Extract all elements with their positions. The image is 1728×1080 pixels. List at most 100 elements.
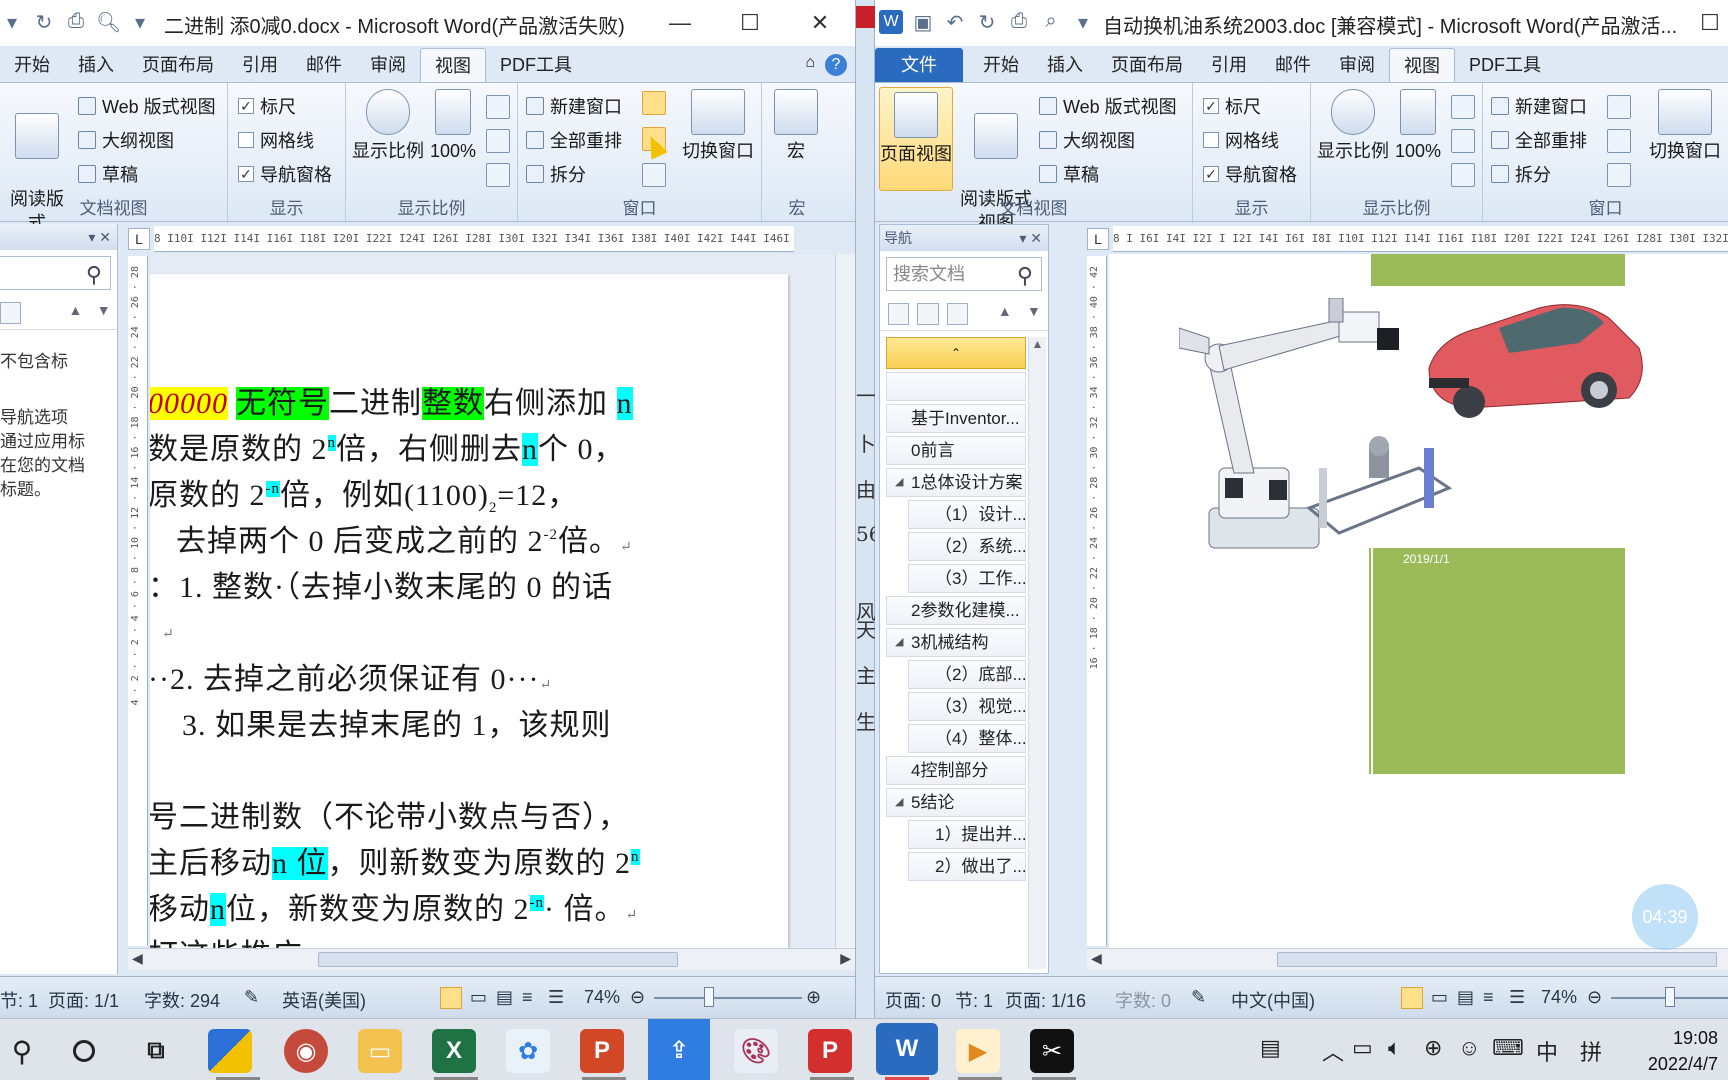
close-button[interactable]: ✕ (785, 0, 855, 46)
status-language[interactable]: 英语(美国) (282, 987, 366, 1013)
search-input[interactable]: 搜索文档 ⚲ (886, 257, 1042, 291)
horizontal-scrollbar[interactable]: ◀ ▶ (128, 948, 855, 970)
nav-subheading[interactable]: （3）工作... (908, 564, 1026, 593)
tab-insert[interactable]: 插入 (64, 48, 128, 82)
document-area[interactable]: 00000 无符号二进制整数右侧添加 n 数是原数的 2n倍，右侧删去n个 0， … (150, 254, 840, 948)
minimize-button[interactable]: — (645, 0, 715, 46)
zoom-button[interactable]: 显示比例 (350, 89, 426, 163)
outline-view-icon[interactable]: ≡ (1483, 987, 1494, 1008)
tab-selector-icon[interactable]: L (128, 228, 150, 250)
draft-button[interactable]: 草稿 (78, 161, 138, 187)
scroll-up-icon[interactable]: ▲ (1029, 337, 1046, 351)
nav-subheading[interactable]: （1）设计... (908, 500, 1026, 529)
explorer-icon[interactable]: ▭ (358, 1029, 402, 1073)
tab-references[interactable]: 引用 (1197, 48, 1261, 82)
capcut-icon[interactable]: ✂ (1030, 1029, 1074, 1073)
collapse-icon[interactable]: ◢ (895, 469, 903, 496)
vertical-ruler[interactable]: 16 · 18 · 20 · 22 · 24 · 26 · 28 · 30 · … (1087, 256, 1107, 946)
nav-heading[interactable] (886, 372, 1026, 401)
status-word-count[interactable]: 字数: 294 (144, 987, 220, 1013)
next-result-icon[interactable]: ▼ (97, 302, 117, 324)
help-icon[interactable]: ? (825, 54, 847, 76)
word-icon[interactable]: W (876, 1023, 938, 1075)
macros-button[interactable]: 宏 (768, 89, 824, 163)
browse-results-icon[interactable] (946, 302, 968, 325)
switch-windows-button[interactable]: 切换窗口 (1643, 89, 1727, 163)
zoom-slider-knob[interactable] (704, 987, 714, 1007)
web-layout-view-icon[interactable]: ▤ (496, 987, 513, 1008)
security-icon[interactable] (208, 1029, 252, 1073)
maximize-button[interactable]: ☐ (1692, 0, 1728, 46)
nav-heading[interactable]: ◢ 1总体设计方案 (886, 468, 1026, 497)
scroll-thumb[interactable] (318, 952, 678, 967)
web-layout-view-icon[interactable]: ▤ (1457, 987, 1474, 1008)
web-layout-button[interactable]: Web 版式视图 (1039, 93, 1177, 119)
outline-button[interactable]: 大纲视图 (78, 127, 174, 153)
print-preview-icon[interactable]: 🔍︎ (96, 10, 121, 34)
horizontal-ruler[interactable]: 8 I I6I I4I I2I I I2I I4I I6I I8I I10I I… (1113, 226, 1728, 252)
outline-view-icon[interactable]: ≡ (522, 987, 533, 1008)
nav-subheading[interactable]: 1）提出并... (908, 820, 1026, 849)
gridlines-checkbox[interactable]: 网格线 (1203, 127, 1279, 153)
nav-subheading[interactable]: （4）整体... (908, 724, 1026, 753)
save-icon[interactable]: ▣ (911, 10, 935, 34)
outline-button[interactable]: 大纲视图 (1039, 127, 1135, 153)
nav-pane-checkbox[interactable]: ✓ 导航窗格 (1203, 161, 1297, 187)
page-thumbnails-icon[interactable] (0, 301, 21, 324)
nav-subheading[interactable]: 2）做出了... (908, 852, 1026, 881)
tab-mailings[interactable]: 邮件 (292, 48, 356, 82)
zoom-slider[interactable] (654, 997, 802, 999)
print-layout-view-icon[interactable] (1401, 987, 1423, 1009)
split-button[interactable]: 拆分 (526, 161, 586, 187)
nav-heading[interactable]: 基于Inventor... (886, 404, 1026, 433)
powerpoint-icon[interactable]: P (580, 1029, 624, 1073)
tab-page-layout[interactable]: 页面布局 (128, 48, 228, 82)
gridlines-checkbox[interactable]: 网格线 (238, 127, 314, 153)
zoom-out-icon[interactable]: ⊖ (1587, 987, 1602, 1008)
document-page[interactable]: 2019/1/1 (1109, 254, 1728, 948)
tab-file[interactable]: 文件 (875, 48, 963, 82)
full-screen-reading-icon[interactable]: ▭ (1431, 987, 1448, 1008)
status-language[interactable]: 中文(中国) (1231, 987, 1315, 1013)
task-view-icon[interactable]: ⧉ (134, 1029, 178, 1073)
tab-home[interactable]: 开始 (969, 48, 1033, 82)
tab-page-layout[interactable]: 页面布局 (1097, 48, 1197, 82)
status-section[interactable]: 节: 1 (0, 987, 38, 1013)
maximize-button[interactable]: ☐ (715, 0, 785, 46)
page-width-icon[interactable] (1451, 163, 1475, 187)
next-result-icon[interactable]: ▼ (1027, 303, 1048, 325)
nav-heading-current[interactable]: ⌃ (886, 337, 1026, 369)
nav-heading[interactable]: ◢ 5结论 (886, 788, 1026, 817)
network-icon[interactable]: ⊕ (1424, 1035, 1442, 1061)
zoom-out-icon[interactable]: ⊖ (630, 987, 645, 1008)
prev-result-icon[interactable]: ▲ (69, 302, 89, 324)
scroll-left-icon[interactable]: ◀ (1091, 950, 1102, 967)
two-pages-icon[interactable] (486, 129, 510, 153)
nav-heading[interactable]: 0前言 (886, 436, 1026, 465)
paint-icon[interactable]: 🎨︎ (734, 1029, 778, 1073)
arrange-all-button[interactable]: 全部重排 (526, 127, 622, 153)
draft-view-icon[interactable]: ☰ (1509, 987, 1525, 1008)
one-page-icon[interactable] (486, 95, 510, 119)
tab-review[interactable]: 审阅 (1325, 48, 1389, 82)
tab-selector-icon[interactable]: L (1087, 228, 1109, 250)
undo-icon[interactable]: ↶ (943, 10, 967, 34)
full-screen-reading-icon[interactable]: ▭ (470, 987, 487, 1008)
baidu-netdisk-icon[interactable]: ✿ (506, 1029, 550, 1073)
search-input[interactable]: ⚲ (0, 256, 111, 290)
zoom-slider-knob[interactable] (1665, 987, 1675, 1007)
tab-view[interactable]: 视图 (1389, 48, 1455, 82)
status-page[interactable]: 页面: 0 (885, 987, 941, 1013)
document-area[interactable]: 2019/1/1 (1109, 254, 1728, 948)
horizontal-scrollbar[interactable]: ◀ (1087, 948, 1728, 970)
zoom-100-button[interactable]: 100% (428, 89, 478, 163)
nav-subheading[interactable]: （2）系统... (908, 532, 1026, 561)
redo-icon[interactable]: ↻ (32, 10, 56, 34)
video-icon[interactable]: ▶ (956, 1029, 1000, 1073)
customize-toolbar-icon[interactable]: ▾ (128, 10, 152, 34)
print-layout-view-icon[interactable] (440, 987, 462, 1009)
minimize-ribbon-icon[interactable]: ⌂ (805, 54, 815, 76)
tab-references[interactable]: 引用 (228, 48, 292, 82)
ime-chinese-indicator[interactable]: 中 (1536, 1035, 1558, 1067)
scroll-thumb[interactable] (1277, 952, 1717, 967)
